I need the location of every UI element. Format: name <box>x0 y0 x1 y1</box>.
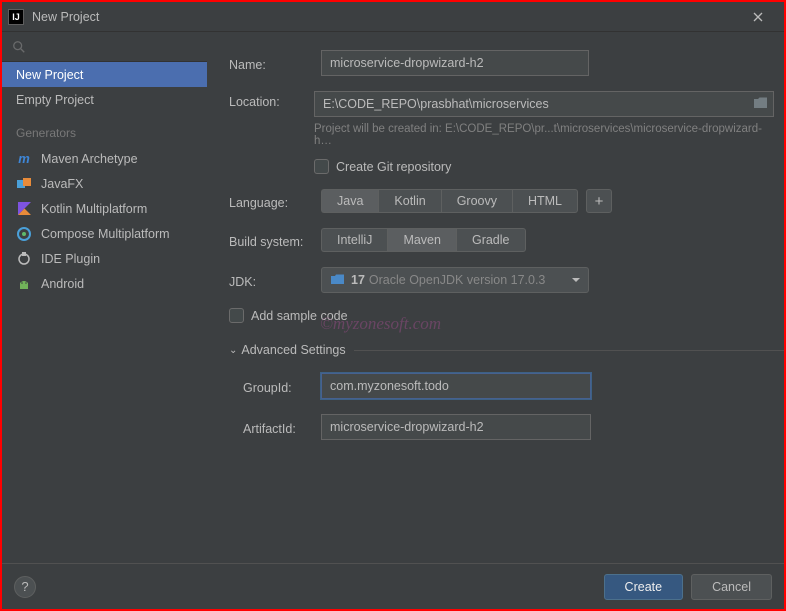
sidebar-item-kotlin-multiplatform[interactable]: Kotlin Multiplatform <box>2 196 207 221</box>
javafx-icon <box>16 176 32 192</box>
build-gradle[interactable]: Gradle <box>456 228 526 252</box>
sidebar-item-label: JavaFX <box>41 177 83 191</box>
sidebar-item-label: IDE Plugin <box>41 252 100 266</box>
language-kotlin[interactable]: Kotlin <box>378 189 440 213</box>
sample-code-row[interactable]: Add sample code <box>229 308 774 323</box>
cancel-button[interactable]: Cancel <box>691 574 772 600</box>
main-panel: Name: Location: Project will be created … <box>207 32 784 563</box>
language-group: Java Kotlin Groovy HTML <box>321 189 578 213</box>
build-group: IntelliJ Maven Gradle <box>321 228 526 252</box>
sample-code-checkbox[interactable] <box>229 308 244 323</box>
chevron-down-icon <box>572 278 580 282</box>
jdk-combo[interactable]: 17 Oracle OpenJDK version 17.0.3 <box>321 267 589 293</box>
sidebar-item-label: Empty Project <box>16 93 94 107</box>
name-input[interactable] <box>321 50 589 76</box>
maven-icon: m <box>16 151 32 167</box>
sidebar-item-android[interactable]: Android <box>2 271 207 296</box>
build-label: Build system: <box>229 231 321 249</box>
sidebar-item-label: Maven Archetype <box>41 152 138 166</box>
sidebar-item-new-project[interactable]: New Project <box>2 62 207 87</box>
plugin-icon <box>16 251 32 267</box>
search-row[interactable] <box>2 32 207 62</box>
location-hint: Project will be created in: E:\CODE_REPO… <box>314 123 774 147</box>
close-button[interactable] <box>738 3 778 31</box>
create-button[interactable]: Create <box>604 574 684 600</box>
language-java[interactable]: Java <box>321 189 378 213</box>
location-label: Location: <box>229 91 314 109</box>
sidebar-item-compose-multiplatform[interactable]: Compose Multiplatform <box>2 221 207 246</box>
sidebar-item-label: Compose Multiplatform <box>41 227 170 241</box>
name-label: Name: <box>229 54 321 72</box>
advanced-settings-label: Advanced Settings <box>241 343 345 357</box>
jdk-desc: Oracle OpenJDK version 17.0.3 <box>369 273 545 287</box>
sidebar-item-ide-plugin[interactable]: IDE Plugin <box>2 246 207 271</box>
help-button[interactable]: ? <box>14 576 36 598</box>
sidebar-item-empty-project[interactable]: Empty Project <box>2 87 207 112</box>
language-html[interactable]: HTML <box>512 189 578 213</box>
android-icon <box>16 276 32 292</box>
window-title: New Project <box>32 10 99 24</box>
chevron-down-icon: ⌄ <box>229 345 237 356</box>
git-checkbox[interactable] <box>314 159 329 174</box>
sample-code-label: Add sample code <box>251 309 348 323</box>
sidebar-item-label: New Project <box>16 68 83 82</box>
build-intellij[interactable]: IntelliJ <box>321 228 387 252</box>
build-maven[interactable]: Maven <box>387 228 456 252</box>
titlebar: IJ New Project <box>2 2 784 32</box>
sidebar-item-label: Kotlin Multiplatform <box>41 202 147 216</box>
artifact-id-label: ArtifactId: <box>243 418 321 436</box>
language-groovy[interactable]: Groovy <box>441 189 512 213</box>
sidebar-item-maven-archetype[interactable]: m Maven Archetype <box>2 146 207 171</box>
git-checkbox-row[interactable]: Create Git repository <box>314 159 774 174</box>
advanced-settings-toggle[interactable]: ⌄ Advanced Settings <box>229 343 784 357</box>
add-language-button[interactable]: + <box>586 189 612 213</box>
location-input[interactable] <box>314 91 774 117</box>
jdk-version: 17 <box>351 273 365 287</box>
browse-folder-icon[interactable] <box>753 96 768 112</box>
kotlin-icon <box>16 201 32 217</box>
group-id-label: GroupId: <box>243 377 321 395</box>
search-icon <box>12 40 26 54</box>
footer: ? Create Cancel <box>2 563 784 609</box>
group-id-input[interactable] <box>321 373 591 399</box>
sidebar: New Project Empty Project Generators m M… <box>2 32 207 563</box>
close-icon <box>753 12 763 22</box>
divider <box>354 350 784 351</box>
artifact-id-input[interactable] <box>321 414 591 440</box>
compose-icon <box>16 226 32 242</box>
jdk-folder-icon <box>330 273 345 288</box>
sidebar-item-javafx[interactable]: JavaFX <box>2 171 207 196</box>
jdk-label: JDK: <box>229 271 321 289</box>
language-label: Language: <box>229 192 321 210</box>
app-icon: IJ <box>8 9 24 25</box>
git-label: Create Git repository <box>336 160 451 174</box>
sidebar-item-label: Android <box>41 277 84 291</box>
generators-header: Generators <box>2 112 207 146</box>
